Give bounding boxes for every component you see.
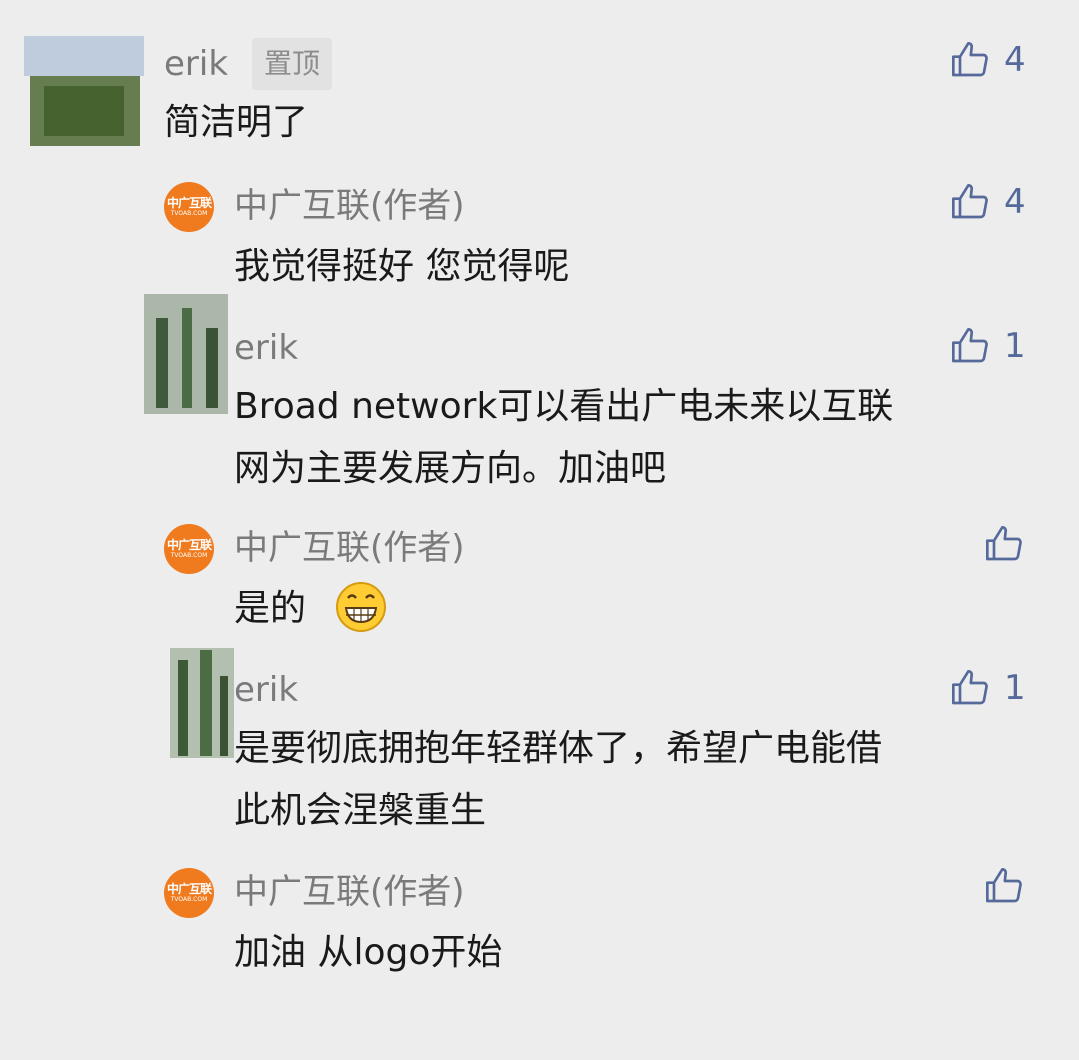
reply-text: 是的	[234, 588, 307, 629]
thumbs-up-icon	[952, 328, 988, 363]
pinned-badge: 置顶	[252, 38, 333, 90]
thumbs-up-icon	[952, 42, 988, 77]
reply-avatar[interactable]	[136, 288, 236, 422]
thumbs-up-icon	[986, 526, 1022, 561]
avatar-image	[162, 640, 242, 766]
reply-username[interactable]: 中广互联(作者)	[234, 872, 465, 912]
reply-text-line: 是要彻底拥抱年轻群体了，希望广电能借	[234, 728, 883, 769]
comment-text: 简洁明了	[164, 102, 309, 143]
reply-username[interactable]: 中广互联(作者)	[234, 186, 465, 226]
reply-text: 加油 从logo开始	[234, 932, 503, 973]
reply-like-button[interactable]: 4	[950, 182, 1026, 222]
avatar-image	[14, 26, 154, 154]
like-count: 4	[1004, 182, 1026, 222]
comment-like-button[interactable]: 4	[950, 40, 1026, 80]
comment-avatar[interactable]	[14, 26, 154, 154]
reply-username[interactable]: 中广互联(作者)	[234, 528, 465, 568]
reply-like-button[interactable]	[984, 524, 1024, 564]
thumbs-up-icon	[952, 184, 988, 219]
reply-like-button[interactable]: 1	[950, 326, 1026, 366]
reply-text-line: 此机会涅槃重生	[234, 790, 487, 831]
reply-like-button[interactable]	[984, 866, 1024, 906]
reply-like-button[interactable]: 1	[950, 668, 1026, 708]
reply-text-line: Broad network可以看出广电未来以互联	[234, 386, 894, 427]
like-count: 1	[1004, 668, 1026, 708]
reply-username[interactable]: erik	[234, 670, 298, 710]
grinning-face-icon	[336, 582, 386, 632]
thumbs-up-icon	[986, 868, 1022, 903]
reply-username[interactable]: erik	[234, 328, 298, 368]
reply-text: 我觉得挺好 您觉得呢	[234, 246, 570, 287]
reply-avatar[interactable]	[162, 640, 242, 766]
avatar-image	[136, 288, 236, 422]
thumbs-up-icon	[952, 670, 988, 705]
author-avatar[interactable]: 中广互联 TVOAB.COM	[164, 524, 214, 574]
like-count: 1	[1004, 326, 1026, 366]
author-avatar[interactable]: 中广互联 TVOAB.COM	[164, 868, 214, 918]
reply-text-line: 网为主要发展方向。加油吧	[234, 448, 667, 489]
like-count: 4	[1004, 40, 1026, 80]
author-avatar[interactable]: 中广互联 TVOAB.COM	[164, 182, 214, 232]
comment-username[interactable]: erik	[164, 44, 228, 84]
grinning-face-emoji	[334, 580, 388, 634]
